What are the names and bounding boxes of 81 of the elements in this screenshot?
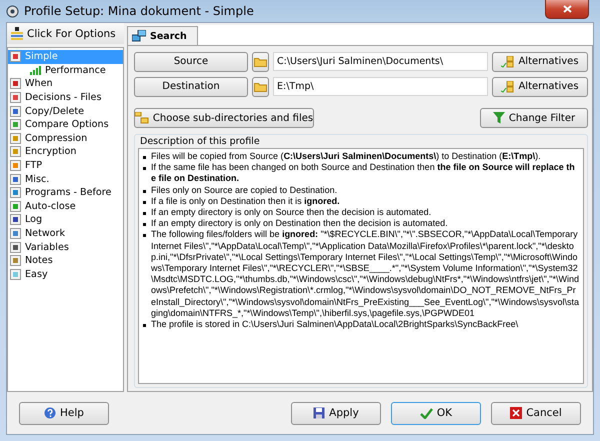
square-icon	[10, 174, 21, 185]
folders-icon	[501, 56, 514, 68]
description-text: Files will be copied from Source (C:\Users\Juri Salminen\Documents\) to Destination (E:\Tmp\).	[151, 151, 541, 162]
square-icon	[10, 119, 21, 130]
sidebar-item[interactable]: When	[8, 77, 123, 91]
square-icon	[10, 187, 21, 198]
question-icon	[44, 407, 56, 419]
path-button[interactable]: Source	[134, 52, 248, 72]
bullet-icon	[143, 234, 146, 238]
path-field[interactable]: E:\Tmp\	[273, 77, 488, 96]
apply-button[interactable]: Apply	[291, 402, 381, 424]
square-icon	[10, 255, 21, 266]
square-icon	[10, 214, 21, 226]
square-icon	[10, 51, 21, 62]
square-icon	[10, 242, 21, 253]
sidebar-item[interactable]: Compare Options	[8, 118, 123, 132]
alternatives-button[interactable]: Alternatives	[492, 76, 588, 96]
sidebar-item[interactable]: Network	[8, 226, 123, 240]
sidebar-item[interactable]: FTP	[8, 158, 123, 172]
ok-button[interactable]: OK	[391, 402, 481, 424]
sidebar-item[interactable]: Encryption	[8, 145, 123, 159]
description-text: If an empty directory is only on Source then the decision is automated.	[151, 207, 432, 218]
bullet-icon	[143, 324, 146, 328]
square-icon	[10, 132, 21, 144]
window-title: Profile Setup: Mina dokument - Simple	[24, 4, 254, 18]
bullet-icon	[143, 190, 146, 193]
group-title: Description of this profile	[139, 135, 261, 148]
square-icon	[10, 160, 21, 172]
close-icon	[562, 5, 572, 13]
bullet-icon	[143, 156, 146, 159]
description-text: If an empty directory is only on Destination then the decision is automated.	[151, 218, 448, 230]
options-menu-button[interactable]: Click For Options	[7, 23, 124, 44]
square-icon	[10, 268, 21, 280]
sidebar-item[interactable]: Programs - Before	[8, 186, 123, 200]
sidebar-item[interactable]: Decisions - Files	[8, 90, 123, 104]
sidebar-item[interactable]: Auto-close	[8, 200, 123, 214]
square-icon	[10, 146, 21, 158]
alternatives-button[interactable]: Alternatives	[492, 52, 588, 72]
sidebar-item[interactable]: Easy	[8, 268, 123, 282]
bullet-icon	[143, 200, 146, 204]
folder-icon	[254, 56, 267, 66]
folders-icon	[501, 80, 514, 92]
close-icon	[510, 407, 522, 419]
funnel-icon	[492, 112, 505, 124]
path-field[interactable]: C:\Users\Juri Salminen\Documents\	[273, 52, 488, 71]
help-button[interactable]: Help	[19, 402, 109, 424]
square-icon	[10, 228, 21, 240]
description-text: The following files/folders will be ignored: "*\$RECYCLE.BIN\","*\".SBSECOR,"*\AppData\Local\Temporary Internet Files\","*\AppData\Local\Temp\","*\Application Data\Mozilla\Firefox\Profiles\*\parent.lock","*\desktop.ini,"*\DfsrPrivate\","*\Local Settings\Temporary Internet Files\","*\Local Settings\Temp\","*\Microsoft\Windows\Temporary Internet Files\","*\RECYCLER\","*\SBSE____.*","*\System Volume Information\","*\System32\Msdtc\MSDTC.LOG,"*\thumbs.db,"*\Windows\csc\","*\Windows\debug\NtFrs*,"*\Windows\ntfrs\jet\","*\Windows\Prefetch\","*\Windows\Registration\*.crmlog,"*\Windows\sysvol\domain\DO_NOT_REMOVE_NtFrs_PreInstall_Directory\","*\Windows\sysvol\domain\NtFrs_PreExisting___See_EventLog\","*\Windows\sysvol\staging\domain\NTFRS_*,"*\Windows\Temp\",\hiberfil.sys,\pagefile.sys,\PGPWDE01	[151, 229, 579, 320]
sidebar-item[interactable]: Compression	[8, 132, 123, 146]
close-button[interactable]	[545, 0, 589, 19]
browse-button[interactable]	[252, 52, 269, 72]
description-text: Files only on Source are copied to Destination.	[151, 184, 338, 196]
sidebar-item[interactable]: Variables	[8, 240, 123, 254]
description-text: If a file is only on Destination then it is ignored.	[151, 196, 340, 208]
description-text: If the same file has been changed on both Source and Destination then the file on Source will replace the file on Destination.	[151, 162, 576, 185]
tab[interactable]: Search	[127, 26, 198, 45]
sidebar-item[interactable]: Performance	[8, 64, 123, 78]
description-text: The profile is stored in C:\Users\Juri Salminen\AppData\Local\2BrightSparks\SyncBackFree\	[151, 319, 518, 330]
square-icon	[10, 200, 21, 212]
square-icon	[10, 106, 21, 117]
bullet-icon	[143, 223, 146, 226]
signal-bars-icon	[30, 66, 41, 75]
bullet-icon	[143, 212, 146, 216]
change-filter-button[interactable]: Change Filter	[480, 108, 588, 128]
computers-icon	[132, 30, 146, 42]
sidebar-item[interactable]: Copy/Delete	[8, 104, 123, 118]
sidebar-item[interactable]: Notes	[8, 254, 123, 268]
bullet-icon	[143, 167, 146, 170]
sidebar-item[interactable]: Log	[8, 213, 123, 227]
choose-files-button[interactable]: Choose sub-directories and files	[134, 108, 314, 128]
path-button[interactable]: Destination	[134, 76, 248, 96]
folder-icon	[254, 82, 267, 92]
list-icon	[11, 27, 23, 40]
square-icon	[10, 92, 21, 104]
browse-button[interactable]	[252, 76, 269, 96]
check-icon	[420, 408, 433, 418]
cancel-button[interactable]: Cancel	[491, 402, 581, 424]
folders-icon	[134, 112, 149, 124]
app-icon	[6, 4, 19, 18]
square-icon	[10, 78, 21, 90]
sidebar-item[interactable]: Misc.	[8, 172, 123, 186]
